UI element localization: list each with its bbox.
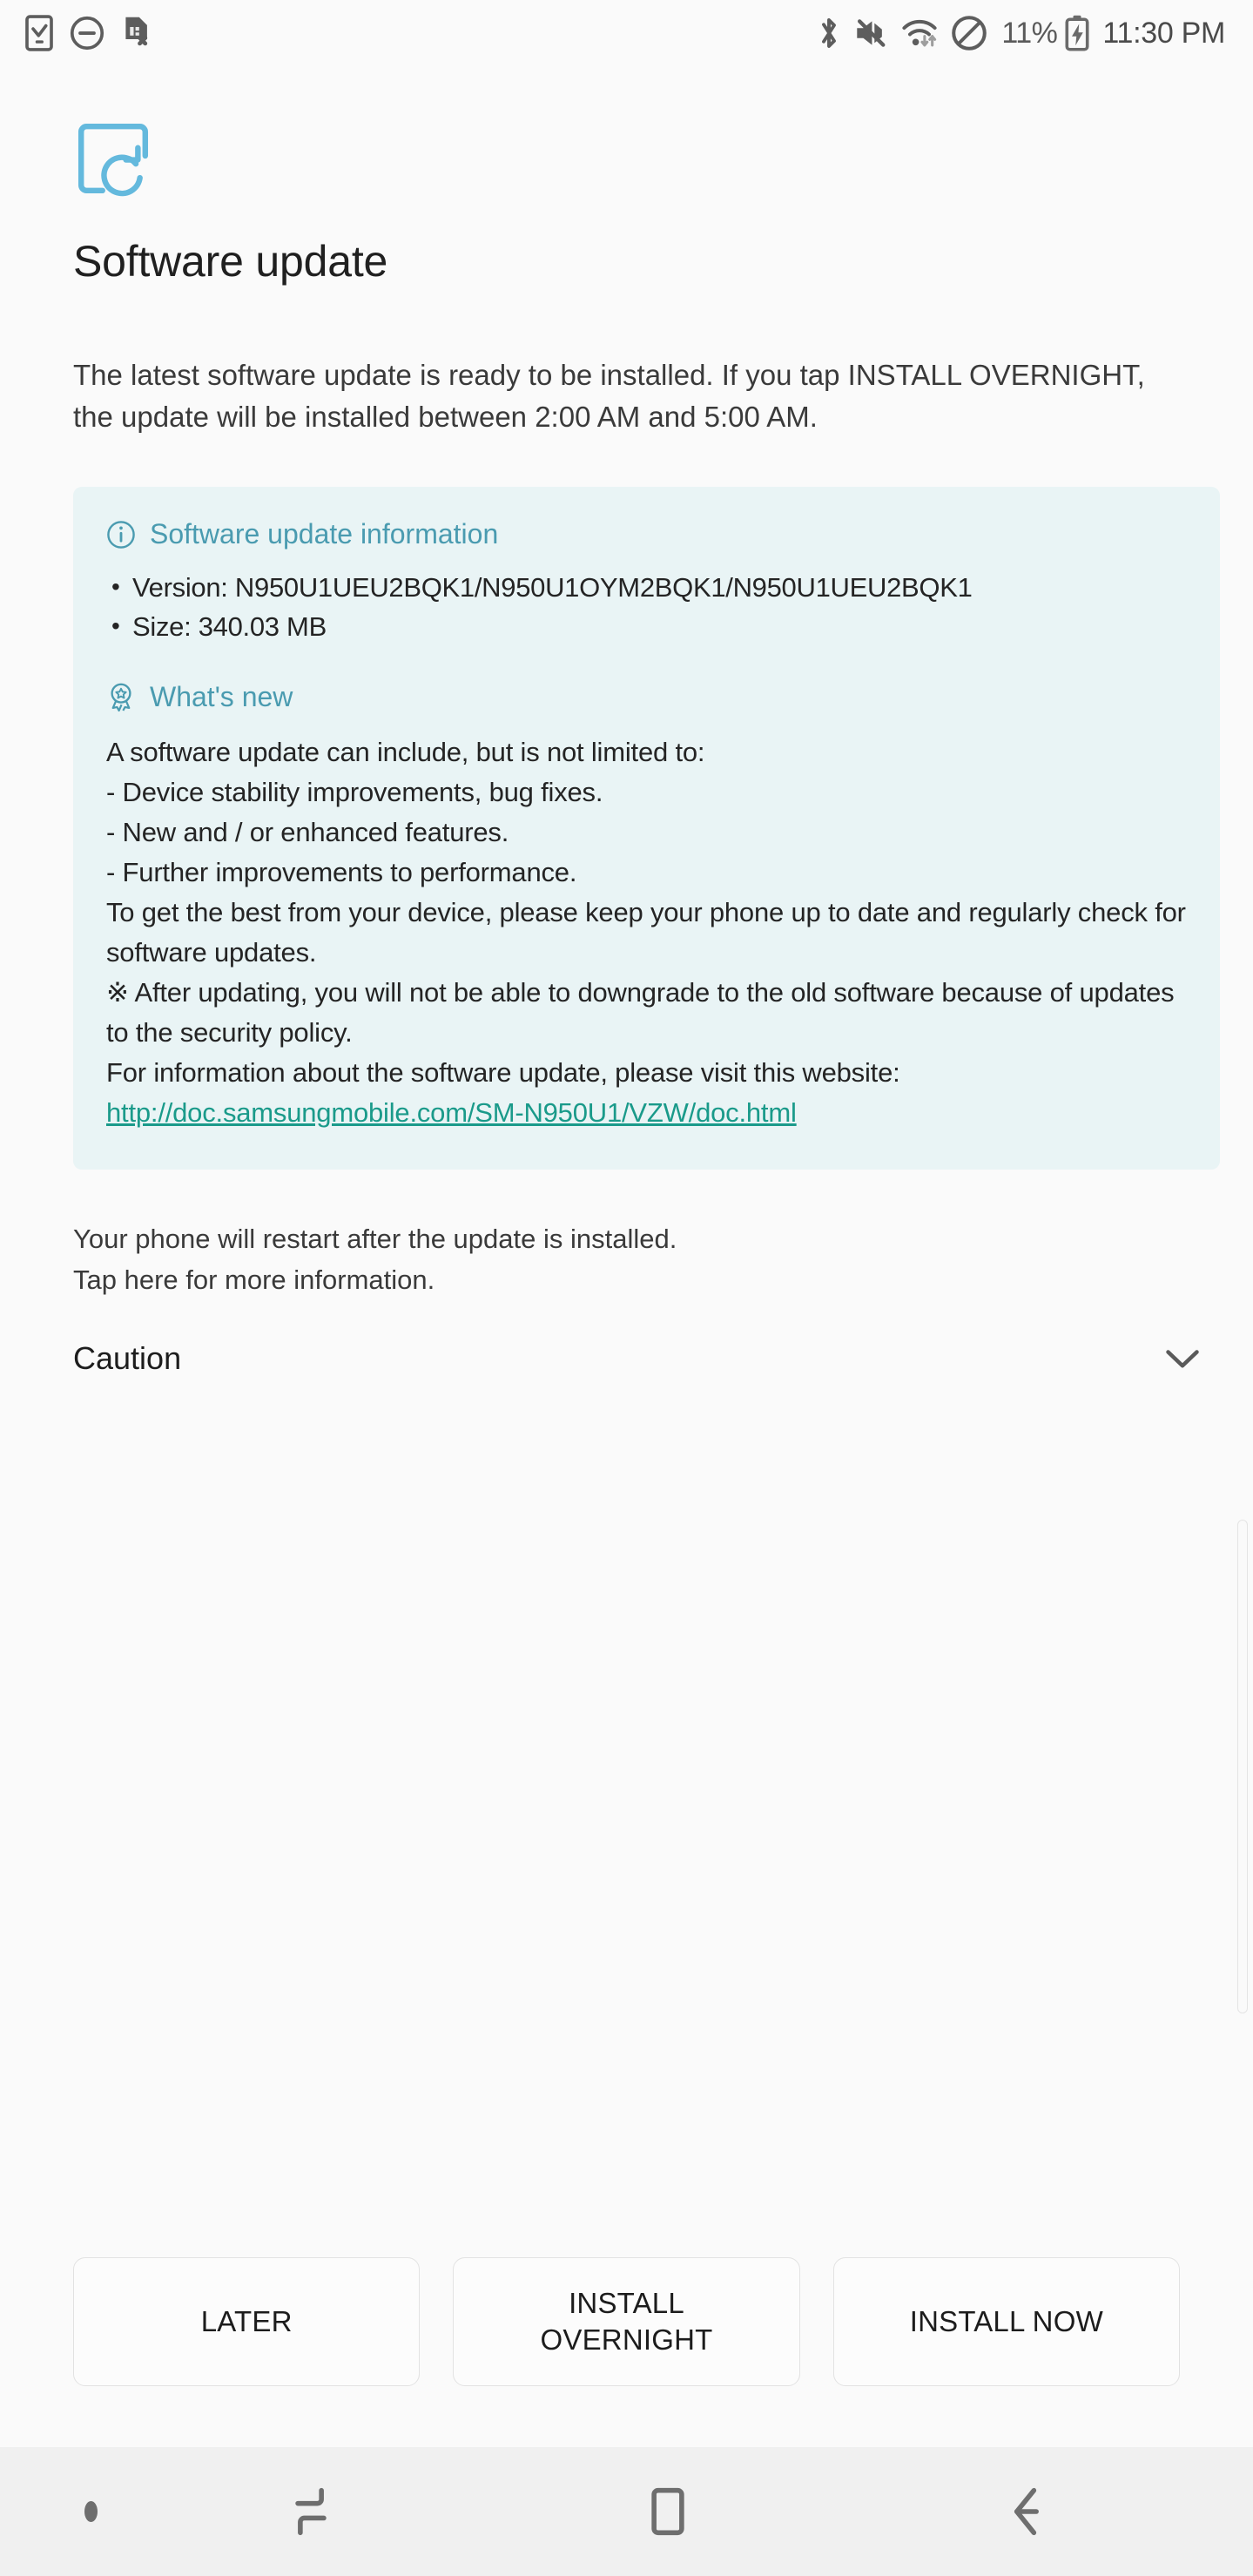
list-item: Version: N950U1UEU2BQK1/N950U1OYM2BQK1/N… xyxy=(106,567,1187,607)
update-info-heading: Software update information xyxy=(150,518,499,550)
update-screen-content: Software update The latest software upda… xyxy=(0,118,1253,1377)
update-info-heading-row: Software update information xyxy=(106,518,1187,550)
chevron-down-icon[interactable] xyxy=(1162,1345,1202,1372)
bluetooth-icon xyxy=(817,15,841,51)
page-title: Software update xyxy=(73,237,388,286)
intro-text: The latest software update is ready to b… xyxy=(73,359,1145,433)
status-bar: 11% 11:30 PM xyxy=(0,0,1253,66)
blocked-icon xyxy=(951,15,987,51)
vertical-scrollbar[interactable] xyxy=(1237,1520,1248,2013)
update-doc-link[interactable]: http://doc.samsungmobile.com/SM-N950U1/V… xyxy=(106,1093,797,1133)
update-info-list: Version: N950U1UEU2BQK1/N950U1OYM2BQK1/N… xyxy=(106,567,1187,646)
caution-label: Caution xyxy=(73,1340,182,1376)
award-badge-icon xyxy=(106,682,136,713)
install-overnight-button[interactable]: INSTALL OVERNIGHT xyxy=(453,2257,800,2386)
battery-percent-label: 11% xyxy=(1001,16,1058,50)
restart-note[interactable]: Your phone will restart after the update… xyxy=(73,1218,1180,1300)
status-bar-right-icons: 11% 11:30 PM xyxy=(805,15,1225,51)
back-icon[interactable] xyxy=(847,2484,1204,2539)
whats-new-heading: What's new xyxy=(150,681,293,712)
system-navigation-bar xyxy=(0,2447,1253,2576)
whats-new-heading-row: What's new xyxy=(106,681,1187,713)
software-update-info-card: Software update information Version: N95… xyxy=(73,487,1220,1170)
recents-icon[interactable] xyxy=(132,2484,489,2539)
battery-charging-icon xyxy=(1064,15,1090,51)
nav-indicator-dot xyxy=(49,2501,132,2522)
tasks-complete-icon xyxy=(24,15,54,51)
do-not-disturb-icon xyxy=(70,16,104,51)
later-button[interactable]: LATER xyxy=(73,2257,421,2386)
list-item: Size: 340.03 MB xyxy=(106,606,1187,646)
wifi-icon xyxy=(900,16,939,51)
no-sim-card-icon xyxy=(120,15,153,51)
action-button-row: LATER INSTALL OVERNIGHT INSTALL NOW xyxy=(0,2257,1253,2386)
status-bar-left-icons xyxy=(24,15,169,51)
status-clock: 11:30 PM xyxy=(1102,16,1225,50)
install-now-button[interactable]: INSTALL NOW xyxy=(832,2257,1180,2386)
mute-icon xyxy=(853,17,888,50)
home-icon[interactable] xyxy=(489,2484,846,2539)
whats-new-body: A software update can include, but is no… xyxy=(106,737,1186,1088)
software-update-icon xyxy=(73,118,1253,203)
caution-expander[interactable]: Caution xyxy=(73,1340,1202,1377)
info-circle-icon xyxy=(106,520,136,550)
